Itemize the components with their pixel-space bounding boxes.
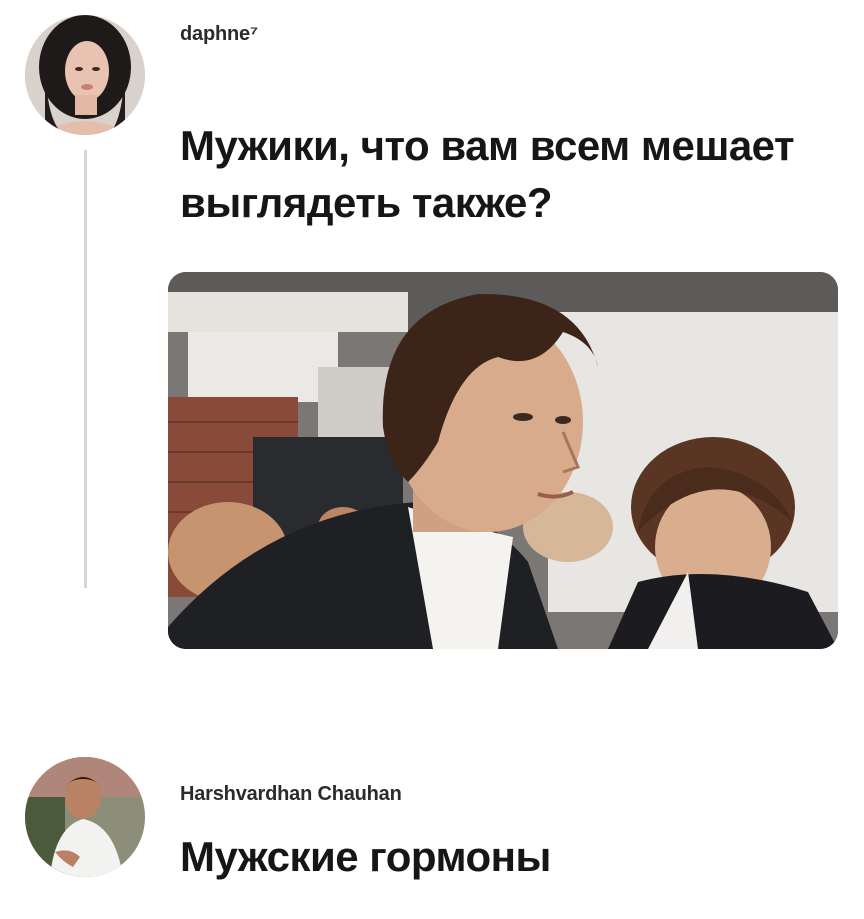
thread-connector-line (84, 150, 87, 588)
avatar-photo-icon (25, 757, 145, 877)
post-photo-image (168, 272, 838, 649)
post-username[interactable]: daphne⁷ (180, 23, 258, 46)
post-image[interactable] (168, 272, 838, 649)
reply-username[interactable]: Harshvardhan Chauhan (180, 783, 402, 806)
reply-text: Мужские гормоны (180, 833, 551, 880)
avatar-daphne[interactable] (25, 15, 145, 135)
post-text: Мужики, что вам всем мешает выглядеть та… (180, 122, 795, 226)
avatar-harshvardhan[interactable] (25, 757, 145, 877)
avatar-photo-icon (25, 15, 145, 135)
